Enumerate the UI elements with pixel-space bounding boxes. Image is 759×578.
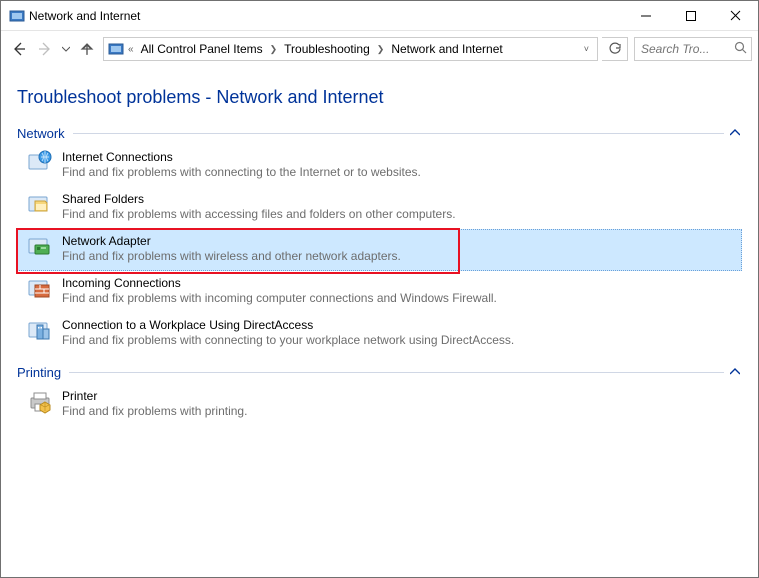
- recent-locations-button[interactable]: [59, 37, 73, 61]
- item-desc: Find and fix problems with connecting to…: [62, 333, 514, 348]
- item-title: Shared Folders: [62, 190, 456, 207]
- troubleshooter-shared-folders[interactable]: Shared Folders Find and fix problems wit…: [17, 187, 742, 229]
- up-button[interactable]: [75, 37, 99, 61]
- search-icon[interactable]: [734, 41, 747, 57]
- section-title: Printing: [17, 365, 65, 380]
- item-desc: Find and fix problems with wireless and …: [62, 249, 401, 264]
- breadcrumb-item-2[interactable]: Network and Internet: [388, 42, 505, 56]
- back-button[interactable]: [7, 37, 31, 61]
- search-input[interactable]: [639, 41, 734, 57]
- item-desc: Find and fix problems with incoming comp…: [62, 291, 497, 306]
- shared-folder-icon: [26, 190, 54, 218]
- section-header-network[interactable]: Network: [17, 126, 742, 141]
- search-box[interactable]: [634, 37, 752, 61]
- titlebar: Network and Internet: [1, 1, 758, 31]
- item-desc: Find and fix problems with connecting to…: [62, 165, 421, 180]
- collapse-icon[interactable]: [728, 127, 742, 141]
- breadcrumb[interactable]: « All Control Panel Items ❯ Troubleshoot…: [103, 37, 598, 61]
- section-divider: [73, 133, 724, 134]
- troubleshooter-internet-connections[interactable]: Internet Connections Find and fix proble…: [17, 145, 742, 187]
- breadcrumb-item-0[interactable]: All Control Panel Items: [138, 42, 266, 56]
- item-desc: Find and fix problems with accessing fil…: [62, 207, 456, 222]
- firewall-icon: [26, 274, 54, 302]
- control-panel-icon: [9, 8, 25, 24]
- item-title: Incoming Connections: [62, 274, 497, 291]
- globe-icon: [26, 148, 54, 176]
- section-divider: [69, 372, 724, 373]
- printer-icon: [26, 387, 54, 415]
- workplace-icon: [26, 316, 54, 344]
- section-title: Network: [17, 126, 69, 141]
- item-desc: Find and fix problems with printing.: [62, 404, 247, 419]
- chevron-right-icon: ❯: [266, 44, 282, 55]
- content-area: Troubleshoot problems - Network and Inte…: [1, 67, 758, 426]
- nav-toolbar: « All Control Panel Items ❯ Troubleshoot…: [1, 31, 758, 67]
- item-title: Network Adapter: [62, 232, 401, 249]
- item-title: Internet Connections: [62, 148, 421, 165]
- chevron-right-icon: ❯: [373, 44, 389, 55]
- breadcrumb-overflow-icon[interactable]: «: [124, 44, 138, 55]
- breadcrumb-item-1[interactable]: Troubleshooting: [281, 42, 373, 56]
- item-title: Connection to a Workplace Using DirectAc…: [62, 316, 514, 333]
- troubleshooter-incoming-connections[interactable]: Incoming Connections Find and fix proble…: [17, 271, 742, 313]
- window-title: Network and Internet: [25, 9, 623, 23]
- collapse-icon[interactable]: [728, 366, 742, 380]
- forward-button[interactable]: [33, 37, 57, 61]
- adapter-icon: [26, 232, 54, 260]
- close-button[interactable]: [713, 1, 758, 30]
- section-header-printing[interactable]: Printing: [17, 365, 742, 380]
- troubleshooter-workplace-directaccess[interactable]: Connection to a Workplace Using DirectAc…: [17, 313, 742, 355]
- item-title: Printer: [62, 387, 247, 404]
- minimize-button[interactable]: [623, 1, 668, 30]
- troubleshooter-printer[interactable]: Printer Find and fix problems with print…: [17, 384, 742, 426]
- breadcrumb-dropdown-icon[interactable]: ˅: [580, 44, 593, 54]
- page-title: Troubleshoot problems - Network and Inte…: [17, 87, 742, 108]
- maximize-button[interactable]: [668, 1, 713, 30]
- troubleshooter-network-adapter[interactable]: Network Adapter Find and fix problems wi…: [17, 229, 742, 271]
- window-controls: [623, 1, 758, 30]
- control-panel-icon: [108, 41, 124, 57]
- refresh-button[interactable]: [602, 37, 628, 61]
